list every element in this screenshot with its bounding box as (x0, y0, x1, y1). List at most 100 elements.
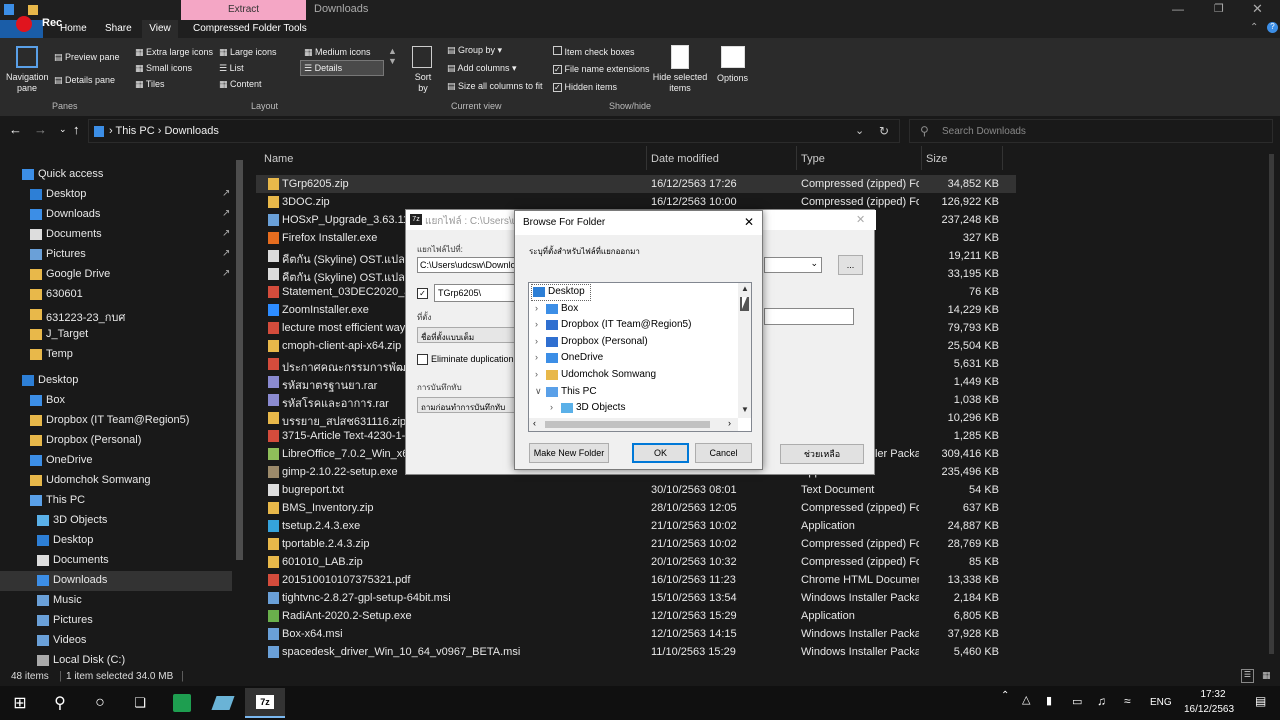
sort-by-button[interactable]: Sort by (412, 72, 434, 94)
layout-content[interactable]: ▦ Content (219, 79, 262, 90)
item-checkboxes-toggle[interactable]: Item check boxes (553, 46, 635, 57)
recent-dropdown-icon[interactable]: ⌄ (59, 124, 67, 135)
pin-icon[interactable]: ↗ (222, 268, 230, 279)
navigation-pane-button[interactable]: Navigation pane (6, 72, 49, 94)
nav-item[interactable]: Videos (37, 631, 230, 651)
nav-item[interactable]: Documents ↗ (30, 225, 230, 245)
clock-time[interactable]: 17:32 (1192, 689, 1234, 700)
sevenzip-taskbar-icon[interactable]: 7z (245, 688, 285, 718)
expand-icon[interactable]: › (535, 336, 538, 346)
file-row[interactable]: tightvnc-2.8.27-gpl-setup-64bit.msi 15/10… (256, 589, 1016, 607)
layout-details[interactable]: ☰ Details (300, 60, 384, 76)
nav-item[interactable]: Dropbox (IT Team@Region5) (30, 411, 230, 431)
forward-icon[interactable]: → (34, 122, 47, 137)
notepad-taskbar-icon[interactable] (203, 688, 243, 718)
person-icon[interactable]: △ (1022, 693, 1030, 706)
expand-icon[interactable]: › (550, 402, 553, 412)
details-view-icon[interactable]: ☰ (1241, 669, 1254, 683)
file-row[interactable]: TGrp6205.zip 16/12/2563 17:26 Compressed (… (256, 175, 1016, 193)
extract-path-input[interactable]: C:\Users\udcsw\Downlo (417, 257, 517, 273)
folder-name-input[interactable]: TGrp6205\ (434, 284, 516, 302)
tab-home[interactable]: Home (60, 23, 87, 34)
nav-item[interactable]: Udomchok Somwang (30, 471, 230, 491)
nav-item[interactable]: OneDrive (30, 451, 230, 471)
tab-view[interactable]: View (142, 20, 178, 38)
layout-medium-icons[interactable]: ▦ Medium icons (304, 47, 371, 58)
add-columns-button[interactable]: ▤ Add columns ▾ (447, 63, 517, 74)
tree-item[interactable]: › OneDrive (529, 350, 739, 367)
help-icon[interactable]: ? (1267, 22, 1278, 33)
maximize-button[interactable]: ❐ (1214, 2, 1224, 15)
quick-access-icon[interactable] (4, 4, 14, 15)
options-button[interactable]: Options (717, 73, 748, 83)
nav-item[interactable]: Desktop (37, 531, 230, 551)
wifi-icon[interactable]: ≈ (1124, 694, 1131, 708)
tab-share[interactable]: Share (105, 23, 132, 34)
nav-item[interactable]: 630601 (30, 285, 230, 305)
file-row[interactable]: 201510010107375321.pdf 16/10/2563 11:23 Ch… (256, 571, 1016, 589)
nav-item[interactable]: Dropbox (Personal) (30, 431, 230, 451)
layout-tiles[interactable]: ▦ Tiles (135, 79, 165, 90)
clock-date[interactable]: 16/12/2563 (1180, 704, 1238, 715)
tree-item[interactable]: › Box (529, 301, 739, 318)
search-taskbar-icon[interactable]: ⚲ (40, 688, 80, 718)
file-row[interactable]: RadiAnt-2020.2-Setup.exe 12/10/2563 15:29… (256, 607, 1016, 625)
pin-icon[interactable]: ↗ (222, 248, 230, 259)
eliminate-checkbox[interactable] (417, 354, 428, 365)
layout-small-icons[interactable]: ▦ Small icons (135, 63, 192, 74)
file-row[interactable]: BMS_Inventory.zip 28/10/2563 12:05 Compres… (256, 499, 1016, 517)
details-pane-button[interactable]: ▤ Details pane (54, 75, 115, 86)
navigation-pane-icon[interactable] (16, 46, 38, 68)
pin-icon[interactable]: ↗ (222, 188, 230, 199)
file-row[interactable]: tsetup.2.4.3.exe 21/10/2563 10:02 Applicat… (256, 517, 1016, 535)
column-header-size[interactable]: Size (926, 153, 947, 165)
path-mode-select[interactable]: ชื่อที่ตั้งแบบเต็ม (417, 327, 517, 343)
layout-scroll-icon[interactable]: ▲ ▼ (388, 46, 397, 66)
minimize-button[interactable]: — (1172, 2, 1184, 16)
nav-item[interactable]: Downloads ↗ (30, 205, 230, 225)
file-row[interactable]: bugreport.txt 30/10/2563 08:01 Text Docume… (256, 481, 1016, 499)
cortana-icon[interactable]: ○ (80, 688, 120, 718)
expand-open-icon[interactable]: ∨ (535, 386, 542, 397)
password-input[interactable] (764, 308, 854, 325)
address-box[interactable]: › This PC › Downloads ⌄ ↻ (88, 119, 900, 143)
file-row[interactable]: Box-x64.msi 12/10/2563 14:15 Windows Insta… (256, 625, 1016, 643)
microphone-icon[interactable]: ▮ (1046, 694, 1052, 707)
nav-item[interactable]: Google Drive ↗ (30, 265, 230, 285)
expand-icon[interactable]: › (535, 369, 538, 379)
file-name-extensions-toggle[interactable]: ✓ File name extensions (553, 64, 650, 74)
tree-item[interactable]: › 3D Objects (529, 400, 739, 417)
nav-item[interactable]: Pictures (37, 611, 230, 631)
up-icon[interactable]: ↑ (73, 122, 80, 137)
make-new-folder-button[interactable]: Make New Folder (529, 443, 609, 463)
volume-icon[interactable]: ♫ (1097, 694, 1106, 708)
nav-item[interactable]: Quick access (22, 165, 230, 185)
column-header-type[interactable]: Type (801, 153, 825, 165)
notifications-icon[interactable]: ▤ (1255, 694, 1266, 708)
folder-tree[interactable]: Desktop › Box › Dropbox (IT Team@Region5) › Dr… (528, 282, 752, 432)
file-row[interactable]: tportable.2.4.3.zip 21/10/2563 10:02 Compr… (256, 535, 1016, 553)
column-header-date[interactable]: Date modified (651, 153, 719, 165)
path-dropdown[interactable]: ⌄ (764, 257, 822, 273)
hidden-items-toggle[interactable]: ✓ Hidden items (553, 82, 617, 92)
tree-hscroll[interactable]: ‹ › (529, 418, 738, 431)
pin-icon[interactable]: ↗ (222, 228, 230, 239)
crumb-downloads[interactable]: Downloads (164, 125, 218, 137)
browse-close-icon[interactable]: ✕ (744, 215, 754, 229)
overwrite-select[interactable]: ถามก่อนทำการบันทึกทับ (417, 397, 517, 413)
language-indicator[interactable]: ENG (1150, 697, 1172, 708)
file-row[interactable]: spacedesk_driver_Win_10_64_v0967_BETA.ms… (256, 643, 1016, 661)
tab-compressed-folder-tools[interactable]: Compressed Folder Tools (193, 23, 307, 34)
nav-item[interactable]: Downloads (0, 571, 232, 591)
back-icon[interactable]: ← (9, 122, 22, 137)
layout-large-icons[interactable]: ▦ Large icons (219, 47, 277, 58)
extract-close-icon[interactable]: ✕ (856, 213, 865, 226)
layout-extra-large-icons[interactable]: ▦ Extra large icons (135, 47, 213, 58)
chevron-up-icon[interactable]: ⌃ (1250, 22, 1258, 33)
nav-item[interactable]: Box (30, 391, 230, 411)
refresh-icon[interactable]: ↻ (879, 124, 889, 138)
start-icon[interactable]: ⊞ (0, 688, 40, 718)
folder-checkbox[interactable]: ✓ (417, 288, 428, 299)
nav-item[interactable]: This PC (30, 491, 230, 511)
chevron-down-icon[interactable]: ⌄ (855, 124, 864, 137)
